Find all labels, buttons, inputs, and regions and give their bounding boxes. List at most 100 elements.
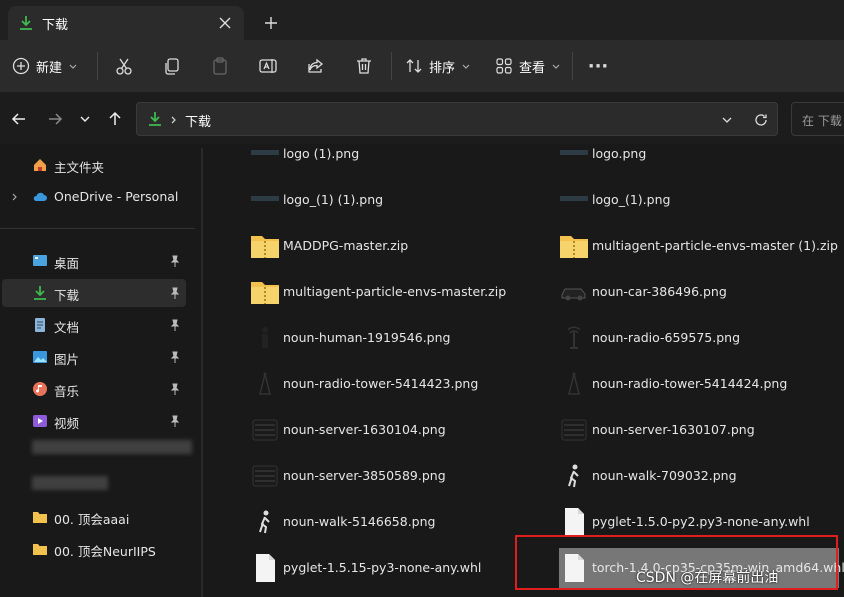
file-item[interactable]: noun-radio-tower-5414423.png [250, 364, 550, 404]
cloud-icon [33, 192, 47, 201]
new-button[interactable]: 新建 [12, 52, 78, 80]
image-thumb-icon [559, 184, 589, 216]
video-icon [33, 415, 47, 427]
file-item[interactable]: MADDPG-master.zip [250, 226, 550, 266]
folder-icon [33, 544, 47, 555]
more-options-button[interactable]: ··· [586, 54, 610, 78]
zip-folder-icon [559, 230, 589, 262]
desktop-icon [33, 255, 47, 266]
copy-icon [165, 58, 179, 75]
file-item[interactable]: logo (1).png [250, 134, 550, 174]
pin-icon[interactable] [170, 287, 180, 299]
pin-icon[interactable] [170, 319, 180, 331]
recent-locations-button[interactable] [74, 108, 96, 130]
file-name: noun-walk-709032.png [592, 468, 737, 483]
folder-icon [33, 512, 47, 523]
file-item[interactable]: noun-radio-tower-5414424.png [559, 364, 839, 404]
file-item[interactable]: logo_(1).png [559, 180, 839, 220]
rename-button[interactable] [256, 54, 280, 78]
breadcrumb-downloads[interactable]: 下载 [185, 111, 211, 130]
sidebar-item-label: 下载 [54, 288, 80, 303]
view-button[interactable]: 查看 [495, 53, 561, 79]
file-item[interactable]: logo.png [559, 134, 839, 174]
file-item[interactable]: noun-server-1630107.png [559, 410, 839, 450]
file-item[interactable]: noun-server-1630104.png [250, 410, 550, 450]
copy-button[interactable] [160, 54, 184, 78]
file-item[interactable]: noun-walk-709032.png [559, 456, 839, 496]
server-thumb-icon [250, 460, 280, 492]
sidebar-item-documents[interactable]: 文档 [2, 311, 186, 339]
search-placeholder: 在 下载 [802, 114, 842, 128]
file-name: multiagent-particle-envs-master (1).zip [592, 238, 838, 253]
pin-icon[interactable] [170, 255, 180, 267]
rename-icon [259, 59, 277, 73]
pane-splitter[interactable] [201, 148, 203, 597]
sidebar-item-label: 视频 [54, 416, 80, 431]
new-tab-button[interactable] [258, 10, 284, 36]
cut-button[interactable] [112, 54, 136, 78]
tab-downloads[interactable]: 下载 [8, 6, 244, 40]
file-item[interactable]: noun-car-386496.png [559, 272, 839, 312]
file-item[interactable]: noun-radio-659575.png [559, 318, 839, 358]
share-icon [308, 58, 324, 73]
arrow-right-icon [49, 113, 63, 125]
download-icon [149, 112, 161, 126]
sidebar-item-label: OneDrive - Personal [54, 189, 179, 204]
sort-icon [406, 59, 422, 73]
close-tab-button[interactable] [216, 14, 234, 32]
file-name: noun-walk-5146658.png [283, 514, 436, 529]
document-icon [35, 318, 45, 332]
sidebar-item-home[interactable]: 主文件夹 [2, 151, 186, 179]
up-button[interactable] [104, 108, 126, 130]
walk-thumb-icon [250, 506, 280, 538]
file-item[interactable]: logo_(1) (1).png [250, 180, 550, 220]
sidebar-divider [0, 228, 195, 229]
sidebar-item-folder-aaai[interactable]: 00. 顶会aaai [2, 503, 186, 531]
file-name: logo.png [592, 146, 647, 161]
download-icon [20, 16, 32, 30]
chevron-down-icon[interactable] [721, 114, 733, 126]
chevron-right-icon[interactable] [10, 192, 20, 202]
share-button[interactable] [304, 54, 328, 78]
tower-thumb-icon [559, 368, 589, 400]
file-name: noun-radio-tower-5414423.png [283, 376, 479, 391]
pin-icon[interactable] [170, 351, 180, 363]
image-thumb-icon [559, 138, 589, 170]
file-item[interactable]: pyglet-1.5.15-py3-none-any.whl [250, 548, 550, 588]
search-input[interactable]: 在 下载 [791, 102, 844, 136]
file-item[interactable]: noun-human-1919546.png [250, 318, 550, 358]
sidebar-item-pictures[interactable]: 图片 [2, 343, 186, 371]
music-icon [33, 382, 47, 396]
file-item[interactable]: multiagent-particle-envs-master (1).zip [559, 226, 839, 266]
pin-icon[interactable] [170, 415, 180, 427]
pin-icon[interactable] [170, 383, 180, 395]
sidebar-item-onedrive[interactable]: OneDrive - Personal [2, 183, 186, 211]
refresh-icon[interactable] [754, 113, 768, 127]
sidebar-item-music[interactable]: 音乐 [2, 375, 186, 403]
back-button[interactable] [8, 108, 30, 130]
arrow-left-icon [11, 113, 25, 125]
sidebar-item-downloads[interactable]: 下载 [2, 279, 186, 307]
file-doc-icon [559, 506, 589, 538]
sidebar-item-videos[interactable]: 视频 [2, 407, 186, 435]
file-item[interactable]: noun-server-3850589.png [250, 456, 550, 496]
sidebar-item-label: 音乐 [54, 384, 80, 399]
address-bar[interactable]: 下载 [136, 102, 778, 136]
scissors-icon [116, 58, 132, 75]
redacted-item [32, 476, 108, 490]
sidebar-item-desktop[interactable]: 桌面 [2, 247, 186, 275]
sidebar-item-label: 00. 顶会aaai [54, 512, 130, 527]
arrow-up-icon [109, 111, 121, 125]
file-doc-icon [250, 552, 280, 584]
forward-button[interactable] [44, 108, 66, 130]
sort-button[interactable]: 排序 [405, 53, 471, 79]
sidebar-item-folder-neurips[interactable]: 00. 顶会NeurIIPS [2, 535, 186, 563]
sidebar-item-label: 00. 顶会NeurIIPS [54, 544, 156, 559]
paste-button[interactable] [208, 54, 232, 78]
file-item[interactable]: multiagent-particle-envs-master.zip [250, 272, 550, 312]
file-item[interactable]: noun-walk-5146658.png [250, 502, 550, 542]
navigation-pane: 主文件夹 OneDrive - Personal 桌面 下载 文档 图片 音乐 … [0, 148, 195, 597]
chevron-right-icon [171, 116, 176, 124]
plus-circle-icon [12, 57, 30, 75]
delete-button[interactable] [352, 54, 376, 78]
